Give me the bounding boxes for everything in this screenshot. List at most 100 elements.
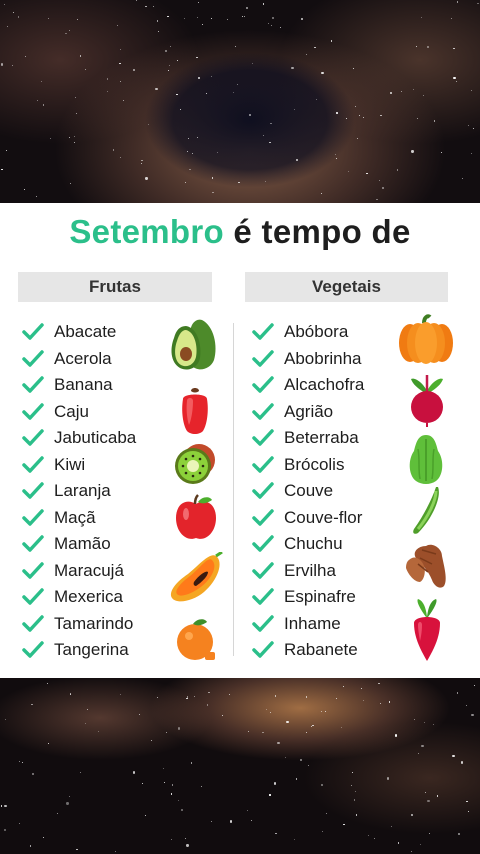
star: [48, 743, 50, 745]
checkmark-icon: [252, 402, 274, 421]
checkmark-icon: [252, 323, 274, 341]
star: [119, 62, 121, 64]
star: [145, 5, 147, 8]
item-label: Maracujá: [54, 560, 124, 580]
star: [325, 813, 328, 815]
star: [84, 723, 86, 725]
star: [421, 744, 424, 747]
star: [122, 99, 124, 101]
item-label: Couve-flor: [284, 507, 363, 527]
star: [23, 188, 26, 190]
radish-icon: [414, 599, 440, 661]
checkmark-icon: [22, 614, 44, 633]
checkmark-icon: [22, 482, 44, 500]
star: [180, 809, 184, 812]
vegetable-item: Inhame: [252, 612, 341, 636]
fruit-item: Maçã: [22, 506, 96, 530]
item-label: Alcachofra: [284, 375, 365, 394]
star: [335, 153, 337, 156]
star: [295, 778, 297, 780]
star: [279, 26, 281, 28]
star: [171, 784, 173, 786]
item-label: Abacate: [54, 322, 117, 341]
star: [429, 832, 431, 835]
star: [366, 172, 368, 174]
star: [42, 837, 44, 839]
star: [206, 92, 208, 94]
fruit-item: Jabuticaba: [22, 426, 136, 450]
star: [226, 18, 228, 20]
star: [432, 724, 435, 726]
star: [155, 88, 158, 91]
star: [36, 100, 38, 102]
item-label: Banana: [54, 375, 113, 394]
star: [73, 142, 75, 144]
orange-icon: [177, 619, 215, 660]
fruit-item: Tangerina: [22, 638, 129, 662]
star: [473, 127, 475, 129]
star: [471, 89, 473, 91]
star: [13, 12, 15, 14]
star: [421, 16, 423, 18]
star: [107, 90, 109, 92]
star: [415, 46, 417, 48]
star: [262, 732, 264, 734]
star: [210, 76, 212, 78]
star: [353, 799, 355, 801]
fruit-item: Laranja: [22, 479, 111, 503]
space-background-bottom: [0, 678, 480, 854]
star: [367, 835, 369, 837]
star: [171, 839, 173, 841]
item-label: Abobrinha: [284, 348, 362, 368]
star: [269, 711, 272, 714]
star: [324, 710, 326, 712]
pea-pod-icon: [413, 487, 439, 534]
star: [43, 104, 45, 106]
star: [1, 169, 3, 171]
star: [293, 108, 295, 110]
star: [315, 98, 318, 100]
checkmark-icon: [252, 561, 274, 580]
star: [178, 727, 181, 730]
star: [353, 67, 355, 70]
star: [335, 158, 338, 160]
star: [440, 151, 443, 153]
star: [265, 708, 267, 711]
checkmark-icon: [22, 508, 44, 527]
star: [119, 48, 121, 50]
vegetable-item: Brócolis: [252, 453, 344, 477]
star: [97, 730, 100, 732]
star: [437, 795, 439, 797]
vegetable-item: Agrião: [252, 400, 333, 424]
vegetable-item: Ervilha: [252, 559, 336, 583]
star: [212, 192, 214, 194]
star: [4, 804, 7, 807]
star: [348, 171, 350, 173]
star: [394, 734, 397, 737]
star: [470, 152, 472, 155]
star: [47, 17, 49, 19]
item-label: Mamão: [54, 534, 111, 553]
item-label: Tangerina: [54, 640, 129, 659]
star: [157, 30, 160, 33]
checkmark-icon: [252, 588, 274, 606]
checkmark-icon: [252, 535, 274, 553]
star: [262, 3, 264, 5]
star: [314, 46, 316, 48]
star: [77, 19, 79, 21]
star: [320, 710, 322, 712]
star: [177, 60, 179, 62]
item-label: Kiwi: [54, 454, 86, 474]
star: [150, 739, 153, 741]
star: [467, 125, 469, 127]
star: [191, 762, 193, 764]
vegetable-item: Alcachofra: [252, 373, 364, 397]
star: [188, 137, 190, 140]
star: [273, 782, 277, 785]
star: [135, 0, 137, 2]
star: [141, 162, 143, 164]
star: [427, 46, 430, 49]
star: [68, 29, 70, 31]
star: [17, 16, 20, 18]
star: [232, 92, 235, 94]
